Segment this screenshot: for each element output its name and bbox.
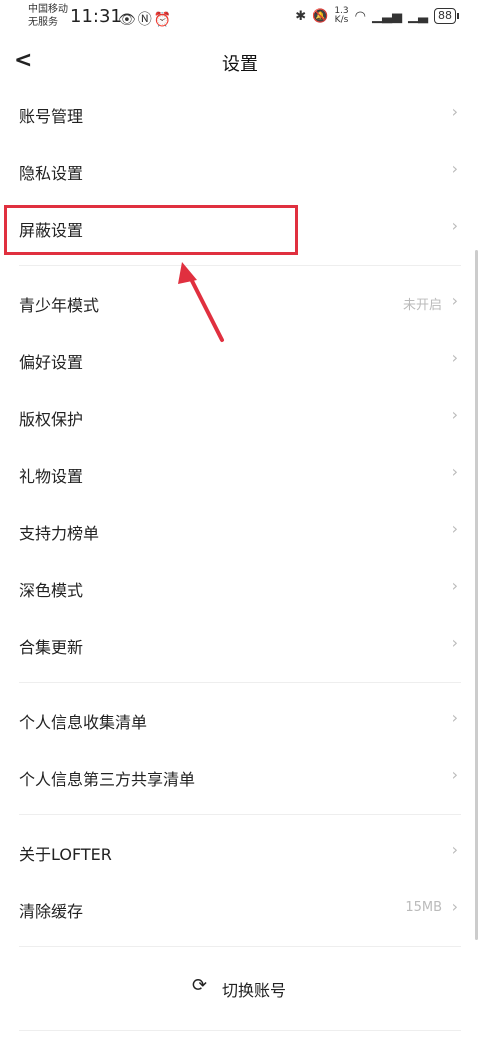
annotation-arrow-icon xyxy=(178,262,224,342)
scrollbar[interactable] xyxy=(475,250,478,940)
